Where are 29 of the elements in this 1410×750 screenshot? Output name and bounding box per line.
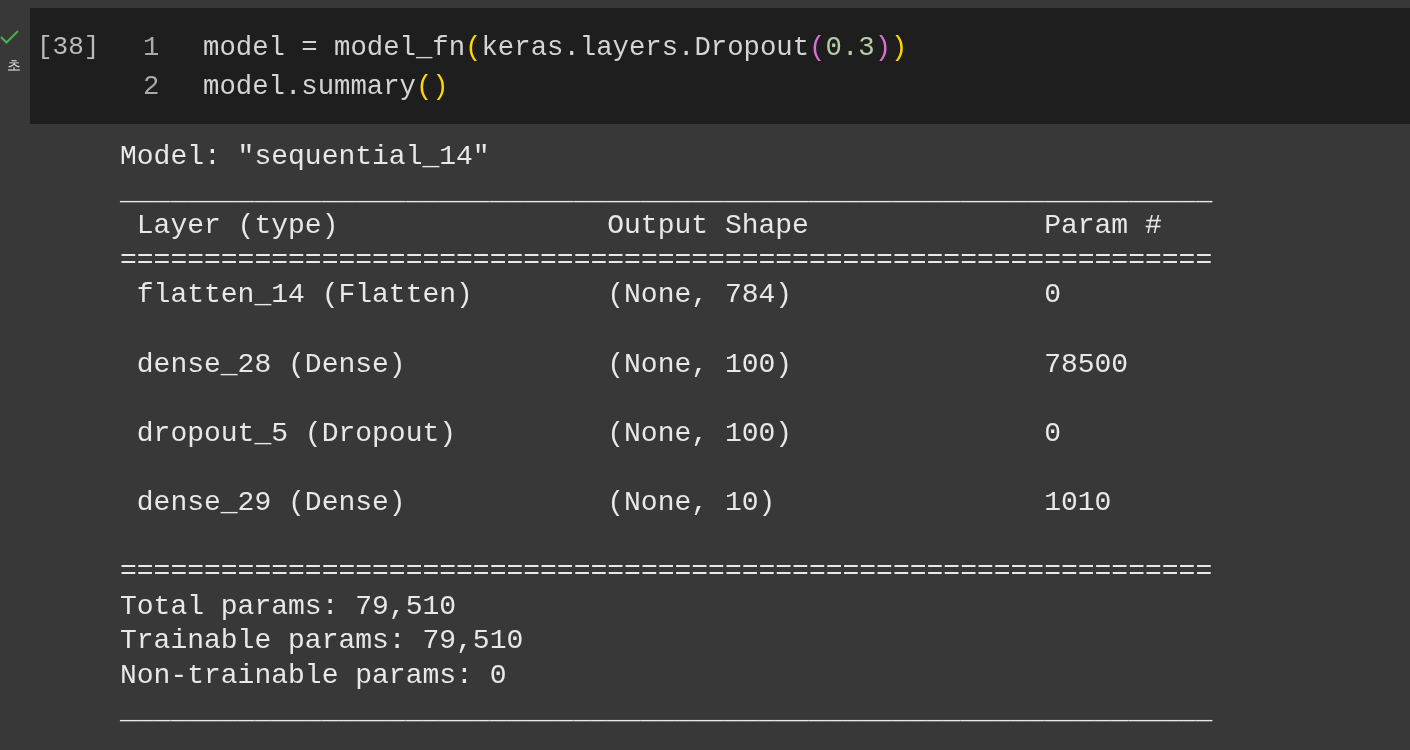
line-number: 2 — [142, 70, 161, 104]
shape-cell-text: (None, 100) — [607, 347, 794, 382]
column-header: Param # — [1044, 209, 1163, 244]
shape-cell-text: (None, 10) — [607, 485, 777, 520]
code-line: model.summary() — [203, 70, 449, 104]
column-header: Output Shape — [607, 209, 810, 244]
execution-count: [38] — [36, 31, 101, 64]
code-line: model = model_fn(keras.layers.Dropout(0.3)) — [203, 31, 908, 65]
rule-line: _________________________________________________________________ — [120, 174, 1214, 209]
line-number: 1 — [142, 31, 161, 65]
param-cell-text: 0 — [1044, 278, 1062, 313]
shape-cell-text: (None, 100) — [607, 416, 794, 451]
params-total: Non-trainable params: 0 — [120, 658, 508, 693]
layer-cell-text: dense_28 (Dense) — [136, 347, 407, 382]
rule-line: ================================================================= — [120, 555, 1214, 590]
param-cell-text: 1010 — [1044, 485, 1113, 520]
shape-cell-text: (None, 784) — [607, 278, 794, 313]
layer-cell-text: dense_29 (Dense) — [136, 485, 407, 520]
rule-line: ================================================================= — [120, 243, 1214, 278]
param-cell-text: 0 — [1044, 416, 1062, 451]
params-total: Total params: 79,510 — [120, 589, 458, 624]
rule-line: _________________________________________________________________ — [120, 693, 1214, 728]
column-header: Layer (type) — [136, 209, 340, 244]
layer-cell-text: flatten_14 (Flatten) — [136, 278, 474, 313]
model-name: Model: "sequential_14" — [120, 140, 491, 174]
layer-cell-text: dropout_5 (Dropout) — [136, 416, 458, 451]
execution-time: 초 — [7, 58, 21, 72]
param-cell-text: 78500 — [1044, 347, 1130, 382]
params-total: Trainable params: 79,510 — [120, 624, 525, 659]
